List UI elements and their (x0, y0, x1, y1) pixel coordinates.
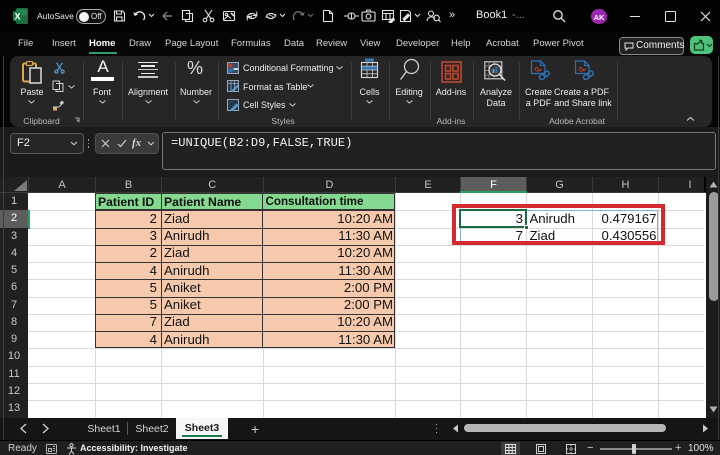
svg-text:X: X (14, 12, 20, 22)
svg-text:a: a (249, 14, 253, 20)
svg-text:S: S (269, 12, 274, 21)
